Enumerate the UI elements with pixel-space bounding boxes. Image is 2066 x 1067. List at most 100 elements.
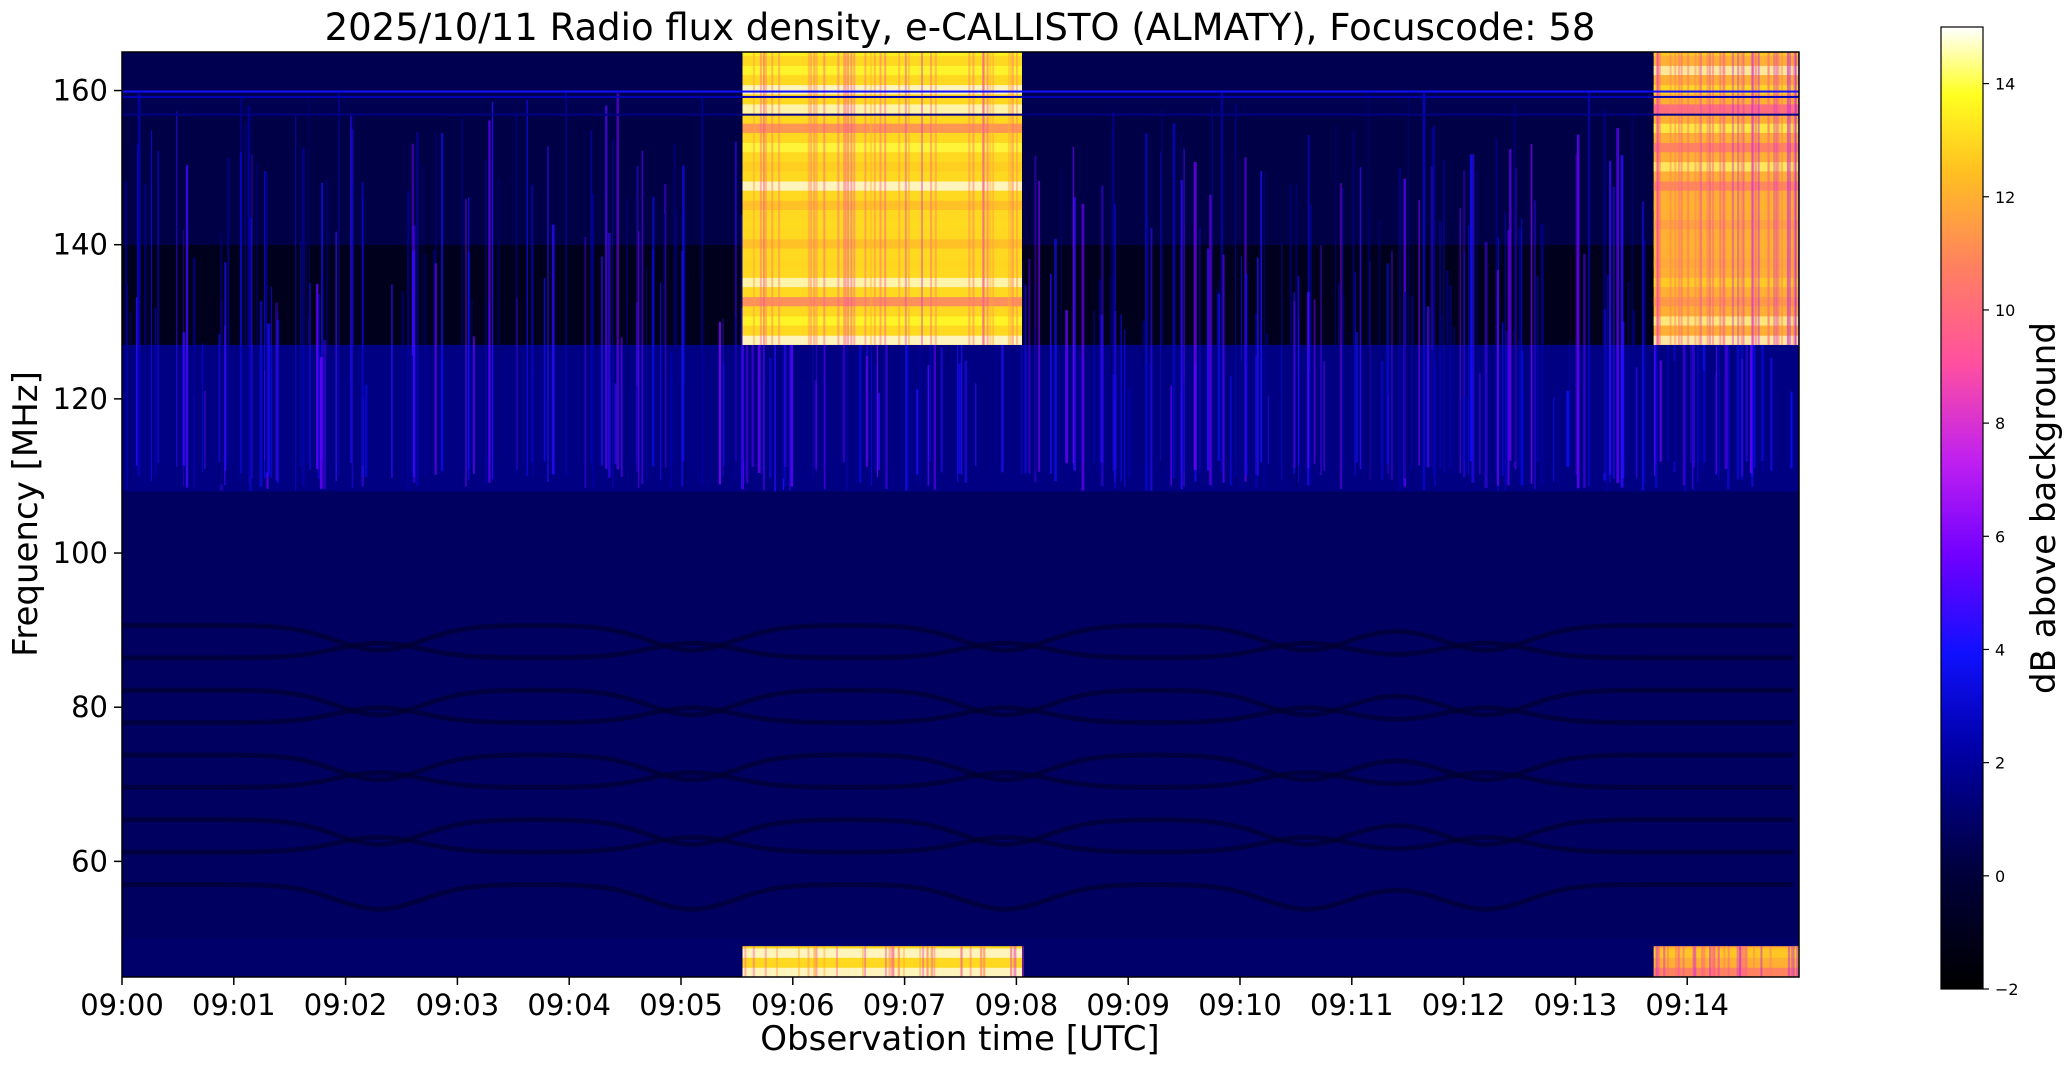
- interference-stripe: [305, 242, 307, 464]
- x-tick-label: 09:07: [863, 988, 947, 1022]
- interference-stripe: [1468, 225, 1470, 476]
- interference-stripe: [958, 363, 961, 474]
- interference-stripe: [1439, 221, 1442, 469]
- burst-stripe: [892, 946, 895, 977]
- burst-texture: [742, 123, 1022, 133]
- interference-stripe: [611, 139, 614, 488]
- interference-stripe: [1078, 353, 1081, 463]
- interference-stripe: [1127, 389, 1131, 478]
- interference-stripe: [1339, 183, 1342, 489]
- interference-stripe: [411, 355, 413, 488]
- colorbar-tick-label: 10: [1995, 301, 2015, 320]
- burst-stripe: [1667, 946, 1669, 977]
- interference-stripe: [1602, 99, 1604, 473]
- interference-stripe: [722, 318, 724, 477]
- interference-stripe: [275, 302, 279, 481]
- burst-stripe: [1674, 946, 1677, 977]
- interference-stripe: [607, 233, 611, 478]
- interference-stripe: [1459, 207, 1461, 474]
- interference-stripe: [1587, 92, 1591, 487]
- interference-stripe: [1632, 310, 1635, 475]
- interference-stripe: [1295, 183, 1298, 488]
- interference-stripe: [1034, 328, 1037, 476]
- burst-stripe: [960, 946, 963, 977]
- horizontal-interference-line: [122, 90, 1799, 93]
- interference-stripe: [1422, 93, 1426, 490]
- x-tick-label: 09:05: [639, 988, 723, 1022]
- interference-stripe: [1255, 354, 1257, 474]
- interference-stripe: [182, 332, 186, 466]
- interference-stripe: [1484, 242, 1488, 489]
- burst-stripe: [744, 946, 747, 977]
- burst-texture: [742, 65, 1022, 76]
- y-tick-label: 120: [53, 382, 108, 416]
- interference-stripe: [349, 380, 351, 484]
- burst-stripe: [980, 946, 983, 977]
- interference-stripe: [1081, 203, 1085, 491]
- interference-stripe: [1770, 357, 1773, 471]
- interference-stripe: [1612, 186, 1615, 479]
- burst-stripe: [1021, 946, 1024, 977]
- interference-stripe: [270, 286, 273, 478]
- interference-stripe: [1465, 397, 1468, 472]
- burst-stripe: [1723, 946, 1726, 977]
- burst-stripe: [1760, 946, 1763, 977]
- colorbar-tick-label: 14: [1995, 75, 2015, 94]
- interference-stripe: [1469, 154, 1473, 462]
- colorbar-tick-label: 8: [1995, 414, 2005, 433]
- interference-stripe: [1530, 144, 1533, 484]
- interference-stripe: [663, 214, 665, 475]
- colorbar-label: dB above background: [2024, 322, 2064, 694]
- interference-stripe: [1050, 273, 1052, 474]
- interference-stripe: [265, 173, 268, 473]
- burst-stripe: [1713, 946, 1716, 977]
- interference-stripe: [1065, 310, 1068, 464]
- x-tick-label: 09:11: [1310, 988, 1394, 1022]
- x-axis-label: Observation time [UTC]: [760, 1019, 1159, 1059]
- interference-stripe: [1256, 257, 1259, 476]
- interference-stripe: [247, 105, 251, 478]
- interference-stripe: [1553, 397, 1555, 482]
- interference-stripe: [154, 307, 157, 477]
- burst-stripe: [813, 946, 816, 977]
- x-tick-label: 09:03: [416, 988, 500, 1022]
- burst-stripe: [1692, 946, 1695, 977]
- interference-stripe: [295, 116, 297, 491]
- interference-stripe: [907, 334, 909, 488]
- interference-stripe: [1341, 293, 1345, 490]
- burst-texture: [742, 85, 1022, 95]
- interference-stripe: [1112, 374, 1114, 471]
- interference-stripe: [1404, 291, 1407, 479]
- y-tick-label: 100: [53, 536, 108, 570]
- burst-stripe: [933, 946, 936, 977]
- interference-stripe: [1207, 248, 1210, 471]
- interference-stripe: [1418, 200, 1420, 466]
- interference-stripe: [1603, 110, 1606, 473]
- interference-stripe: [1407, 93, 1410, 467]
- burst-stripe: [1736, 946, 1739, 977]
- interference-stripe: [1518, 341, 1520, 468]
- burst-stripe: [1010, 946, 1013, 977]
- burst-stripe: [1769, 946, 1772, 977]
- interference-stripe: [814, 380, 818, 469]
- interference-stripe: [874, 365, 877, 471]
- x-tick-label: 09:12: [1422, 988, 1506, 1022]
- interference-stripe: [424, 255, 427, 476]
- burst-stripe: [1663, 946, 1666, 977]
- burst-stripe: [922, 946, 925, 977]
- interference-stripe: [531, 371, 535, 465]
- burst-stripe: [1738, 946, 1741, 977]
- interference-stripe: [614, 383, 617, 465]
- spectrogram-plot-area: [122, 52, 1799, 977]
- interference-stripe: [659, 282, 662, 481]
- interference-stripe: [1426, 306, 1430, 468]
- burst-texture: [742, 277, 1022, 288]
- x-tick-label: 09:13: [1534, 988, 1618, 1022]
- interference-stripe: [708, 365, 711, 484]
- burst-texture: [742, 335, 1022, 345]
- x-tick-label: 09:09: [1086, 988, 1170, 1022]
- interference-stripe: [391, 284, 393, 478]
- interference-stripe: [1411, 296, 1413, 469]
- interference-stripe: [1569, 342, 1571, 466]
- interference-stripe: [485, 160, 487, 485]
